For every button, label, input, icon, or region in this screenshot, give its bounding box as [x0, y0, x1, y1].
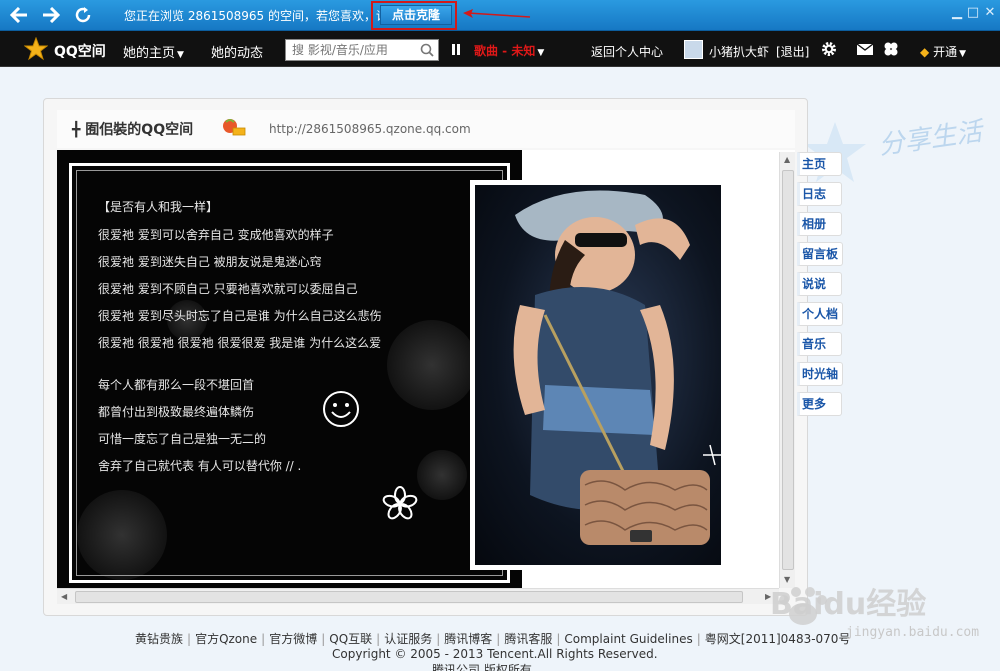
- footer-separator: |: [376, 632, 381, 646]
- vertical-scroll-thumb[interactable]: [782, 170, 794, 570]
- footer-link[interactable]: 腾讯博客: [444, 632, 492, 646]
- footer-link[interactable]: 认证服务: [384, 632, 432, 646]
- footer-link[interactable]: 官方Qzone: [195, 632, 257, 646]
- poem-line: 很爱祂 爱到不顾自己 只要祂喜欢就可以委屈自己: [98, 282, 358, 296]
- poem-line: 很爱祂 爱到尽头时忘了自己是谁 为什么自己这么悲伤: [98, 309, 382, 323]
- avatar[interactable]: [684, 40, 703, 59]
- mail-icon[interactable]: [856, 40, 874, 58]
- minimize-icon[interactable]: ▁: [950, 6, 964, 20]
- back-to-center-link[interactable]: 返回个人中心: [591, 43, 663, 60]
- footer-link[interactable]: 官方微博: [269, 632, 317, 646]
- chevron-down-icon: ▼: [959, 49, 966, 59]
- menu-her-home-label: 她的主页: [123, 46, 176, 61]
- clone-highlight-box: [371, 1, 457, 30]
- yellow-diamond-vip-icon[interactable]: [220, 117, 246, 137]
- footer-link[interactable]: QQ互联: [329, 632, 372, 646]
- decorative-photo: [475, 185, 721, 565]
- qzone-star-logo-icon[interactable]: [24, 37, 48, 61]
- scroll-left-icon[interactable]: ◀: [61, 592, 67, 601]
- poem-line: 每个人都有那么一段不堪回首: [98, 378, 255, 392]
- watermark-url: jingyan.baidu.com: [846, 625, 980, 640]
- footer-separator: |: [321, 632, 326, 646]
- footer-separator: |: [436, 632, 441, 646]
- pause-icon[interactable]: [452, 44, 460, 55]
- menu-her-home[interactable]: 她的主页 ▼: [123, 42, 184, 61]
- gear-icon[interactable]: [820, 40, 838, 58]
- side-nav-item-blog[interactable]: 日志: [797, 182, 842, 206]
- side-nav-item-timeline[interactable]: 时光轴: [797, 362, 843, 386]
- search-icon[interactable]: [420, 43, 434, 57]
- search-box: [285, 39, 439, 61]
- back-button[interactable]: [4, 3, 34, 27]
- menu-her-feed[interactable]: 她的动态: [211, 42, 263, 61]
- side-nav-item-guestbook[interactable]: 留言板: [797, 242, 843, 266]
- open-vip-menu[interactable]: ◆ 开通 ▼: [920, 43, 966, 60]
- maximize-icon[interactable]: □: [966, 6, 980, 20]
- chevron-down-icon: ▼: [537, 48, 545, 58]
- poem-line: 可惜一度忘了自己是独一无二的: [98, 432, 267, 446]
- footer-link[interactable]: Complaint Guidelines: [564, 632, 692, 646]
- vertical-scrollbar[interactable]: ▲ ▼: [779, 152, 795, 588]
- portrait-illustration: [513, 190, 721, 545]
- side-nav-item-more[interactable]: 更多: [797, 392, 842, 416]
- side-nav-item-album[interactable]: 相册: [797, 212, 842, 236]
- search-input[interactable]: [286, 40, 414, 60]
- music-title-label: 歌曲 - 未知: [474, 44, 536, 58]
- browse-notice-bar: 您正在浏览 2861508965 的空间，若您喜欢，请 点击克隆 ▁ □ ✕: [0, 0, 1000, 31]
- poem-line: 都曾付出到极致最终遍体鳞伤: [98, 405, 255, 419]
- footer-separator: |: [261, 632, 266, 646]
- arrow-left-icon: [9, 6, 27, 24]
- footer-link[interactable]: 黄钻贵族: [135, 632, 183, 646]
- music-player-title[interactable]: 歌曲 - 未知 ▼: [474, 42, 544, 59]
- open-vip-label: 开通: [933, 45, 958, 59]
- footer-separator: |: [696, 632, 701, 646]
- chevron-down-icon: ▼: [177, 50, 184, 60]
- clover-icon[interactable]: [882, 40, 900, 58]
- side-nav-item-music[interactable]: 音乐: [797, 332, 842, 356]
- red-arrow-annotation: [463, 9, 531, 18]
- close-icon[interactable]: ✕: [983, 6, 997, 20]
- refresh-button[interactable]: [68, 3, 98, 27]
- username[interactable]: 小猪扒大虾: [709, 43, 769, 60]
- logout-link[interactable]: [退出]: [776, 43, 809, 60]
- poem-heading: 【是否有人和我一样】: [98, 200, 219, 214]
- arrow-right-icon: [43, 6, 61, 24]
- watermark-brand: Baidu经验: [770, 587, 926, 622]
- refresh-icon: [75, 7, 91, 23]
- poem-line: 舍弃了自己就代表 有人可以替代你 // .: [98, 459, 302, 473]
- qzone-toolbar: QQ空间 她的主页▼ 她的动态 歌曲 - 未知▼ 返回个人中心 小猪扒大虾 [退…: [0, 31, 1000, 67]
- side-nav-item-home[interactable]: 主页: [797, 152, 842, 176]
- footer-link[interactable]: 腾讯客服: [504, 632, 552, 646]
- footer-separator: |: [187, 632, 192, 646]
- poem-line: 很爱祂 爱到迷失自己 被朋友说是鬼迷心窍: [98, 255, 322, 269]
- company-text: 腾讯公司 版权所有: [432, 663, 532, 671]
- flower-icon: [382, 486, 418, 520]
- background-decoration: 分享生活: [876, 116, 984, 162]
- browse-notice-text: 您正在浏览 2861508965 的空间，若您喜欢，请: [124, 9, 388, 23]
- side-nav-item-profile[interactable]: 个人档: [797, 302, 843, 326]
- scroll-up-icon[interactable]: ▲: [784, 155, 790, 164]
- horizontal-scroll-thumb[interactable]: [75, 591, 743, 603]
- side-nav-item-status[interactable]: 说说: [797, 272, 842, 296]
- footer-separator: |: [496, 632, 501, 646]
- copyright-text: Copyright © 2005 - 2013 Tencent.All Righ…: [332, 647, 658, 661]
- horizontal-scrollbar[interactable]: ◀ ▶: [57, 588, 779, 604]
- footer-links: 黄钻贵族 | 官方Qzone | 官方微博 | QQ互联 | 认证服务 | 腾讯博客 | 腾讯客服 | Co…: [135, 630, 850, 647]
- poem-line: 很爱祂 很爱祂 很爱祂 很爱很爱 我是谁 为什么这么爱: [98, 336, 382, 350]
- qzone-brand[interactable]: QQ空间: [54, 41, 106, 61]
- poem-line: 很爱祂 爱到可以舍弃自己 变成他喜欢的样子: [98, 228, 334, 242]
- footer-separator: |: [556, 632, 561, 646]
- smiley-icon: [323, 391, 359, 427]
- forward-button[interactable]: [36, 3, 66, 27]
- space-url[interactable]: http://2861508965.qzone.qq.com: [269, 122, 471, 136]
- diamond-icon: ◆: [920, 45, 930, 59]
- space-title[interactable]: ╋ 囿佀裝的QQ空间: [72, 119, 193, 139]
